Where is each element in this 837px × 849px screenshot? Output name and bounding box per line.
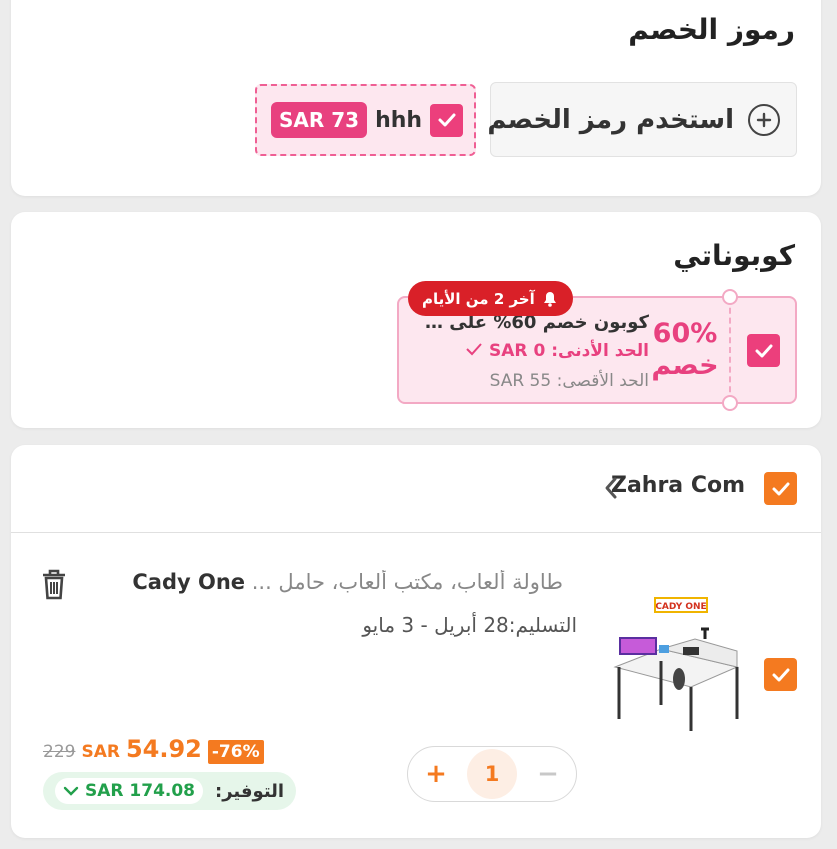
applied-code-amount: SAR 73	[271, 102, 368, 138]
coupon-info: كوبون خصم 60% على طلب... الحد الأدنى: SA…	[409, 310, 649, 396]
applied-code-checkbox[interactable]	[430, 103, 464, 137]
ticket-divider	[729, 298, 731, 402]
my-coupons-card: كوبوناتي 60% خصم كوبون خصم 60% على طلب..…	[11, 212, 821, 428]
chevron-down-icon	[63, 786, 79, 796]
discount-badge: -76%	[207, 740, 264, 764]
check-icon	[772, 668, 789, 681]
use-discount-code-label: استخدم رمز الخصم	[487, 104, 734, 135]
coupon-max-discount: الحد الأقصى: SAR 55	[489, 371, 649, 391]
discount-codes-card: رموز الخصم استخدم رمز الخصم SAR 73 hhh	[11, 0, 821, 196]
savings-pill: التوفير: SAR 174.08	[43, 772, 297, 810]
check-icon	[772, 482, 789, 495]
applied-code-name: hhh	[375, 107, 423, 133]
use-discount-code-button[interactable]: استخدم رمز الخصم	[487, 82, 797, 157]
coupon-checkbox[interactable]	[747, 334, 780, 367]
coupon-percent-label: خصم	[651, 350, 719, 381]
store-name[interactable]: Zahra Com	[611, 473, 745, 498]
trash-icon[interactable]	[41, 569, 67, 601]
cart-store-card: Zahra Com CADY ONE طاولة ألعاب، مكتب ألع…	[11, 445, 821, 838]
my-coupons-title: كوبوناتي	[673, 239, 795, 272]
decrement-button[interactable]: −	[530, 759, 566, 789]
savings-amount[interactable]: SAR 174.08	[55, 778, 204, 804]
chevron-left-icon[interactable]	[603, 476, 619, 500]
item-checkbox[interactable]	[764, 658, 797, 691]
delivery-date: التسليم:28 أبريل - 3 مايو	[362, 613, 577, 637]
store-header: Zahra Com	[11, 445, 821, 533]
product-logo: CADY ONE	[655, 602, 706, 612]
quantity-value[interactable]: 1	[467, 749, 517, 799]
plus-circle-icon	[748, 103, 780, 136]
coupon-urgency-badge: آخر 2 من الأيام	[408, 281, 573, 316]
product-image[interactable]: CADY ONE	[605, 591, 745, 739]
coupon-min-spend: الحد الأدنى: SAR 0	[409, 336, 649, 366]
discount-codes-title: رموز الخصم	[628, 13, 795, 46]
check-icon	[438, 113, 456, 127]
quantity-stepper: + 1 −	[407, 746, 577, 802]
product-title[interactable]: طاولة ألعاب، مكتب ألعاب، حامل ... Cady O…	[93, 570, 563, 594]
old-price: 229	[43, 742, 76, 762]
applied-discount-code[interactable]: SAR 73 hhh	[255, 84, 476, 156]
savings-label: التوفير:	[215, 780, 285, 802]
coupon-percent: 60% خصم	[645, 318, 725, 382]
price-row: 229 SAR 54.92 -76%	[43, 735, 264, 764]
currency: SAR	[81, 742, 120, 762]
product-brand: Cady One	[132, 570, 246, 594]
store-checkbox[interactable]	[764, 472, 797, 505]
increment-button[interactable]: +	[418, 759, 454, 789]
coupon-percent-value: 60%	[652, 318, 718, 349]
checkmark-icon	[466, 343, 482, 356]
current-price: 54.92	[125, 735, 202, 763]
check-icon	[755, 344, 772, 357]
bell-icon	[543, 291, 556, 307]
